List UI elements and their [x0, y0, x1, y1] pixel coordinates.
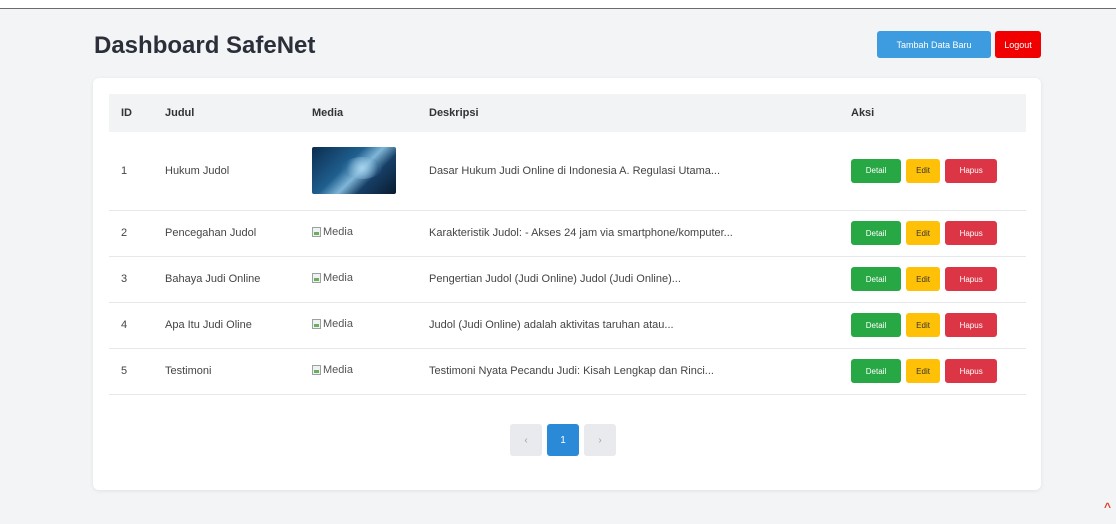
delete-button[interactable]: Hapus [945, 313, 998, 337]
column-header-media: Media [312, 107, 344, 119]
broken-media: Media [312, 318, 353, 330]
cell-id: 1 [121, 164, 128, 177]
media-alt-text: Media [323, 364, 353, 376]
media-thumbnail [312, 147, 396, 195]
logout-button[interactable]: Logout [995, 31, 1041, 58]
table-row: 1 Hukum Judol Dasar Hukum Judi Online di… [109, 132, 1026, 210]
cell-deskripsi: Testimoni Nyata Pecandu Judi: Kisah Leng… [429, 365, 714, 377]
cell-id: 5 [121, 365, 128, 377]
pagination-prev-button[interactable]: ‹ [510, 424, 542, 456]
cell-judul: Testimoni [165, 365, 212, 377]
table-row: 5 Testimoni Media Testimoni Nyata Pecand… [109, 348, 1026, 394]
media-alt-text: Media [323, 318, 353, 330]
edit-button[interactable]: Edit [906, 359, 941, 383]
cell-media: Media [300, 348, 417, 394]
broken-image-icon [312, 273, 321, 283]
detail-button[interactable]: Detail [851, 359, 901, 383]
cell-aksi: Detail Edit Hapus [839, 210, 1026, 256]
page-title: Dashboard SafeNet [94, 32, 316, 59]
chevron-up-icon[interactable]: ^ [1104, 500, 1111, 514]
broken-media: Media [312, 272, 353, 284]
cell-aksi: Detail Edit Hapus [839, 348, 1026, 394]
cell-deskripsi: Judol (Judi Online) adalah aktivitas tar… [429, 319, 674, 331]
column-header-aksi: Aksi [851, 107, 875, 119]
cell-media: Media [300, 210, 417, 256]
cell-id: 3 [121, 273, 128, 285]
broken-media: Media [312, 364, 353, 376]
browser-top-bar [0, 0, 1116, 9]
cell-media [300, 132, 417, 210]
edit-button[interactable]: Edit [906, 313, 941, 337]
cell-deskripsi: Pengertian Judol (Judi Online) Judol (Ju… [429, 273, 681, 285]
detail-button[interactable]: Detail [851, 267, 901, 291]
content-card: ID Judul Media Deskripsi Aksi 1 Hukum Ju… [93, 78, 1041, 490]
detail-button[interactable]: Detail [851, 313, 901, 337]
delete-button[interactable]: Hapus [945, 158, 998, 183]
table-header: ID Judul Media Deskripsi Aksi [109, 94, 1026, 132]
pagination-page-1[interactable]: 1 [547, 424, 579, 456]
edit-button[interactable]: Edit [906, 267, 941, 291]
table-row: 2 Pencegahan Judol Media Karakteristik J… [109, 210, 1026, 256]
broken-image-icon [312, 365, 321, 375]
table-row: 3 Bahaya Judi Online Media Pengertian Ju… [109, 256, 1026, 302]
cell-judul: Pencegahan Judol [165, 227, 257, 239]
detail-button[interactable]: Detail [851, 221, 901, 245]
cell-deskripsi: Karakteristik Judol: - Akses 24 jam via … [429, 227, 733, 239]
pagination: ‹ 1 › [510, 424, 616, 456]
media-alt-text: Media [323, 226, 353, 238]
delete-button[interactable]: Hapus [945, 267, 998, 291]
detail-button[interactable]: Detail [851, 158, 901, 183]
edit-button[interactable]: Edit [906, 158, 941, 183]
broken-media: Media [312, 226, 353, 238]
delete-button[interactable]: Hapus [945, 359, 998, 383]
delete-button[interactable]: Hapus [945, 221, 998, 245]
column-header-judul: Judul [165, 107, 195, 119]
table-header-row: ID Judul Media Deskripsi Aksi [109, 94, 1026, 132]
column-header-deskripsi: Deskripsi [429, 107, 479, 119]
pagination-next-button[interactable]: › [584, 424, 616, 456]
cell-media: Media [300, 256, 417, 302]
media-alt-text: Media [323, 272, 353, 284]
cell-judul: Apa Itu Judi Oline [165, 319, 252, 331]
add-data-button[interactable]: Tambah Data Baru [877, 31, 991, 58]
broken-image-icon [312, 227, 321, 237]
broken-image-icon [312, 319, 321, 329]
cell-judul: Bahaya Judi Online [165, 273, 261, 285]
cell-judul: Hukum Judol [165, 164, 230, 177]
cell-aksi: Detail Edit Hapus [839, 132, 1026, 210]
cell-id: 4 [121, 319, 128, 331]
cell-aksi: Detail Edit Hapus [839, 302, 1026, 348]
table-body: 1 Hukum Judol Dasar Hukum Judi Online di… [109, 132, 1026, 394]
cell-id: 2 [121, 227, 128, 239]
column-header-id: ID [121, 107, 132, 119]
cell-media: Media [300, 302, 417, 348]
cell-aksi: Detail Edit Hapus [839, 256, 1026, 302]
edit-button[interactable]: Edit [906, 221, 941, 245]
table-row: 4 Apa Itu Judi Oline Media Judol (Judi O… [109, 302, 1026, 348]
cell-deskripsi: Dasar Hukum Judi Online di Indonesia A. … [429, 164, 721, 177]
data-table: ID Judul Media Deskripsi Aksi 1 Hukum Ju… [109, 94, 1026, 395]
